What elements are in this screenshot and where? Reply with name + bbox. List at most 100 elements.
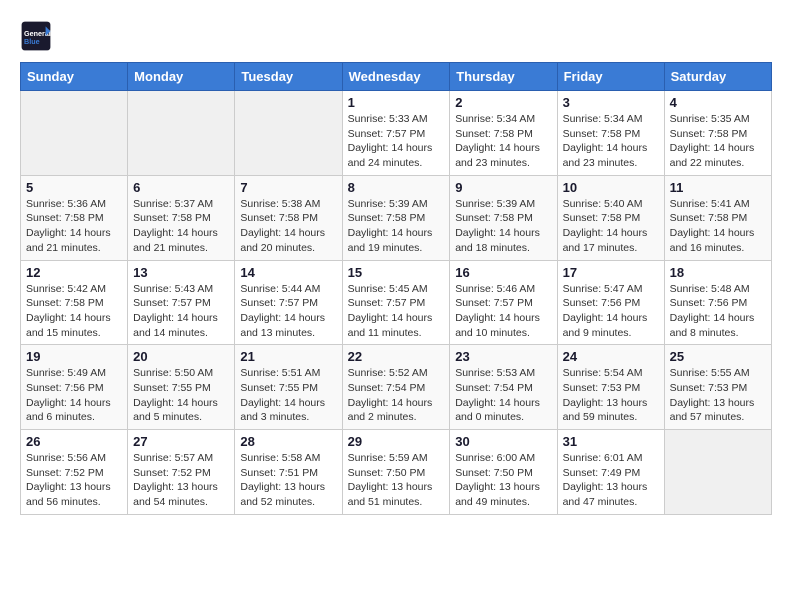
day-cell: 16 Sunrise: 5:46 AM Sunset: 7:57 PM Dayli… — [450, 260, 557, 345]
day-cell: 2 Sunrise: 5:34 AM Sunset: 7:58 PM Daylig… — [450, 91, 557, 176]
logo-icon: General Blue — [20, 20, 52, 52]
day-cell — [128, 91, 235, 176]
header-cell-monday: Monday — [128, 63, 235, 91]
day-cell: 17 Sunrise: 5:47 AM Sunset: 7:56 PM Dayli… — [557, 260, 664, 345]
day-cell: 14 Sunrise: 5:44 AM Sunset: 7:57 PM Dayli… — [235, 260, 342, 345]
week-row-2: 12 Sunrise: 5:42 AM Sunset: 7:58 PM Dayli… — [21, 260, 772, 345]
week-row-1: 5 Sunrise: 5:36 AM Sunset: 7:58 PM Daylig… — [21, 175, 772, 260]
day-number: 23 — [455, 349, 551, 364]
header-cell-thursday: Thursday — [450, 63, 557, 91]
day-info: Sunrise: 5:44 AM Sunset: 7:57 PM Dayligh… — [240, 282, 336, 341]
day-cell: 12 Sunrise: 5:42 AM Sunset: 7:58 PM Dayli… — [21, 260, 128, 345]
day-info: Sunrise: 5:53 AM Sunset: 7:54 PM Dayligh… — [455, 366, 551, 425]
day-number: 10 — [563, 180, 659, 195]
day-info: Sunrise: 6:01 AM Sunset: 7:49 PM Dayligh… — [563, 451, 659, 510]
day-number: 6 — [133, 180, 229, 195]
day-number: 14 — [240, 265, 336, 280]
day-number: 1 — [348, 95, 445, 110]
day-cell — [235, 91, 342, 176]
week-row-4: 26 Sunrise: 5:56 AM Sunset: 7:52 PM Dayli… — [21, 430, 772, 515]
day-number: 15 — [348, 265, 445, 280]
day-cell: 8 Sunrise: 5:39 AM Sunset: 7:58 PM Daylig… — [342, 175, 450, 260]
day-number: 17 — [563, 265, 659, 280]
day-info: Sunrise: 5:45 AM Sunset: 7:57 PM Dayligh… — [348, 282, 445, 341]
day-number: 28 — [240, 434, 336, 449]
day-number: 25 — [670, 349, 766, 364]
header-row: SundayMondayTuesdayWednesdayThursdayFrid… — [21, 63, 772, 91]
day-number: 7 — [240, 180, 336, 195]
day-cell: 19Sunrise: 5:49 AM Sunset: 7:56 PM Dayli… — [21, 345, 128, 430]
day-cell: 10 Sunrise: 5:40 AM Sunset: 7:58 PM Dayli… — [557, 175, 664, 260]
day-info: Sunrise: 5:50 AM Sunset: 7:55 PM Dayligh… — [133, 366, 229, 425]
day-number: 9 — [455, 180, 551, 195]
day-info: Sunrise: 5:43 AM Sunset: 7:57 PM Dayligh… — [133, 282, 229, 341]
day-info: Sunrise: 5:33 AM Sunset: 7:57 PM Dayligh… — [348, 112, 445, 171]
day-number: 8 — [348, 180, 445, 195]
day-number: 18 — [670, 265, 766, 280]
day-info: Sunrise: 5:34 AM Sunset: 7:58 PM Dayligh… — [563, 112, 659, 171]
day-cell: 21Sunrise: 5:51 AM Sunset: 7:55 PM Dayli… — [235, 345, 342, 430]
day-number: 5 — [26, 180, 122, 195]
day-cell: 31Sunrise: 6:01 AM Sunset: 7:49 PM Dayli… — [557, 430, 664, 515]
day-number: 3 — [563, 95, 659, 110]
day-info: Sunrise: 5:38 AM Sunset: 7:58 PM Dayligh… — [240, 197, 336, 256]
day-info: Sunrise: 5:40 AM Sunset: 7:58 PM Dayligh… — [563, 197, 659, 256]
day-cell: 29 Sunrise: 5:59 AM Sunset: 7:50 PM Dayli… — [342, 430, 450, 515]
day-info: Sunrise: 5:39 AM Sunset: 7:58 PM Dayligh… — [348, 197, 445, 256]
day-cell — [21, 91, 128, 176]
day-cell: 4 Sunrise: 5:35 AM Sunset: 7:58 PM Daylig… — [664, 91, 771, 176]
day-number: 12 — [26, 265, 122, 280]
header-cell-wednesday: Wednesday — [342, 63, 450, 91]
day-info: Sunrise: 5:47 AM Sunset: 7:56 PM Dayligh… — [563, 282, 659, 341]
day-info: Sunrise: 5:54 AM Sunset: 7:53 PM Dayligh… — [563, 366, 659, 425]
day-info: Sunrise: 5:48 AM Sunset: 7:56 PM Dayligh… — [670, 282, 766, 341]
day-info: Sunrise: 5:51 AM Sunset: 7:55 PM Dayligh… — [240, 366, 336, 425]
day-cell: 27Sunrise: 5:57 AM Sunset: 7:52 PM Dayli… — [128, 430, 235, 515]
svg-text:Blue: Blue — [24, 37, 40, 46]
page-header: General Blue — [20, 20, 772, 52]
day-info: Sunrise: 5:59 AM Sunset: 7:50 PM Dayligh… — [348, 451, 445, 510]
day-number: 24 — [563, 349, 659, 364]
header-cell-friday: Friday — [557, 63, 664, 91]
day-number: 16 — [455, 265, 551, 280]
header-cell-saturday: Saturday — [664, 63, 771, 91]
day-info: Sunrise: 5:58 AM Sunset: 7:51 PM Dayligh… — [240, 451, 336, 510]
calendar-table: SundayMondayTuesdayWednesdayThursdayFrid… — [20, 62, 772, 515]
day-number: 2 — [455, 95, 551, 110]
day-info: Sunrise: 5:55 AM Sunset: 7:53 PM Dayligh… — [670, 366, 766, 425]
header-cell-sunday: Sunday — [21, 63, 128, 91]
day-info: Sunrise: 5:39 AM Sunset: 7:58 PM Dayligh… — [455, 197, 551, 256]
day-cell: 13 Sunrise: 5:43 AM Sunset: 7:57 PM Dayli… — [128, 260, 235, 345]
day-number: 11 — [670, 180, 766, 195]
day-cell: 22Sunrise: 5:52 AM Sunset: 7:54 PM Dayli… — [342, 345, 450, 430]
day-number: 29 — [348, 434, 445, 449]
day-number: 4 — [670, 95, 766, 110]
header-cell-tuesday: Tuesday — [235, 63, 342, 91]
day-info: Sunrise: 5:37 AM Sunset: 7:58 PM Dayligh… — [133, 197, 229, 256]
day-cell: 9 Sunrise: 5:39 AM Sunset: 7:58 PM Daylig… — [450, 175, 557, 260]
day-info: Sunrise: 5:56 AM Sunset: 7:52 PM Dayligh… — [26, 451, 122, 510]
calendar-header: SundayMondayTuesdayWednesdayThursdayFrid… — [21, 63, 772, 91]
day-info: Sunrise: 6:00 AM Sunset: 7:50 PM Dayligh… — [455, 451, 551, 510]
day-info: Sunrise: 5:52 AM Sunset: 7:54 PM Dayligh… — [348, 366, 445, 425]
day-number: 26 — [26, 434, 122, 449]
day-cell — [664, 430, 771, 515]
day-cell: 18 Sunrise: 5:48 AM Sunset: 7:56 PM Dayli… — [664, 260, 771, 345]
week-row-0: 1 Sunrise: 5:33 AM Sunset: 7:57 PM Daylig… — [21, 91, 772, 176]
day-number: 27 — [133, 434, 229, 449]
day-number: 20 — [133, 349, 229, 364]
day-number: 13 — [133, 265, 229, 280]
day-info: Sunrise: 5:41 AM Sunset: 7:58 PM Dayligh… — [670, 197, 766, 256]
logo: General Blue — [20, 20, 58, 52]
day-cell: 20 Sunrise: 5:50 AM Sunset: 7:55 PM Dayli… — [128, 345, 235, 430]
day-info: Sunrise: 5:35 AM Sunset: 7:58 PM Dayligh… — [670, 112, 766, 171]
day-cell: 28 Sunrise: 5:58 AM Sunset: 7:51 PM Dayli… — [235, 430, 342, 515]
day-info: Sunrise: 5:34 AM Sunset: 7:58 PM Dayligh… — [455, 112, 551, 171]
day-info: Sunrise: 5:42 AM Sunset: 7:58 PM Dayligh… — [26, 282, 122, 341]
day-cell: 6 Sunrise: 5:37 AM Sunset: 7:58 PM Daylig… — [128, 175, 235, 260]
day-cell: 25 Sunrise: 5:55 AM Sunset: 7:53 PM Dayli… — [664, 345, 771, 430]
day-cell: 30Sunrise: 6:00 AM Sunset: 7:50 PM Dayli… — [450, 430, 557, 515]
day-info: Sunrise: 5:46 AM Sunset: 7:57 PM Dayligh… — [455, 282, 551, 341]
day-info: Sunrise: 5:36 AM Sunset: 7:58 PM Dayligh… — [26, 197, 122, 256]
day-number: 19 — [26, 349, 122, 364]
